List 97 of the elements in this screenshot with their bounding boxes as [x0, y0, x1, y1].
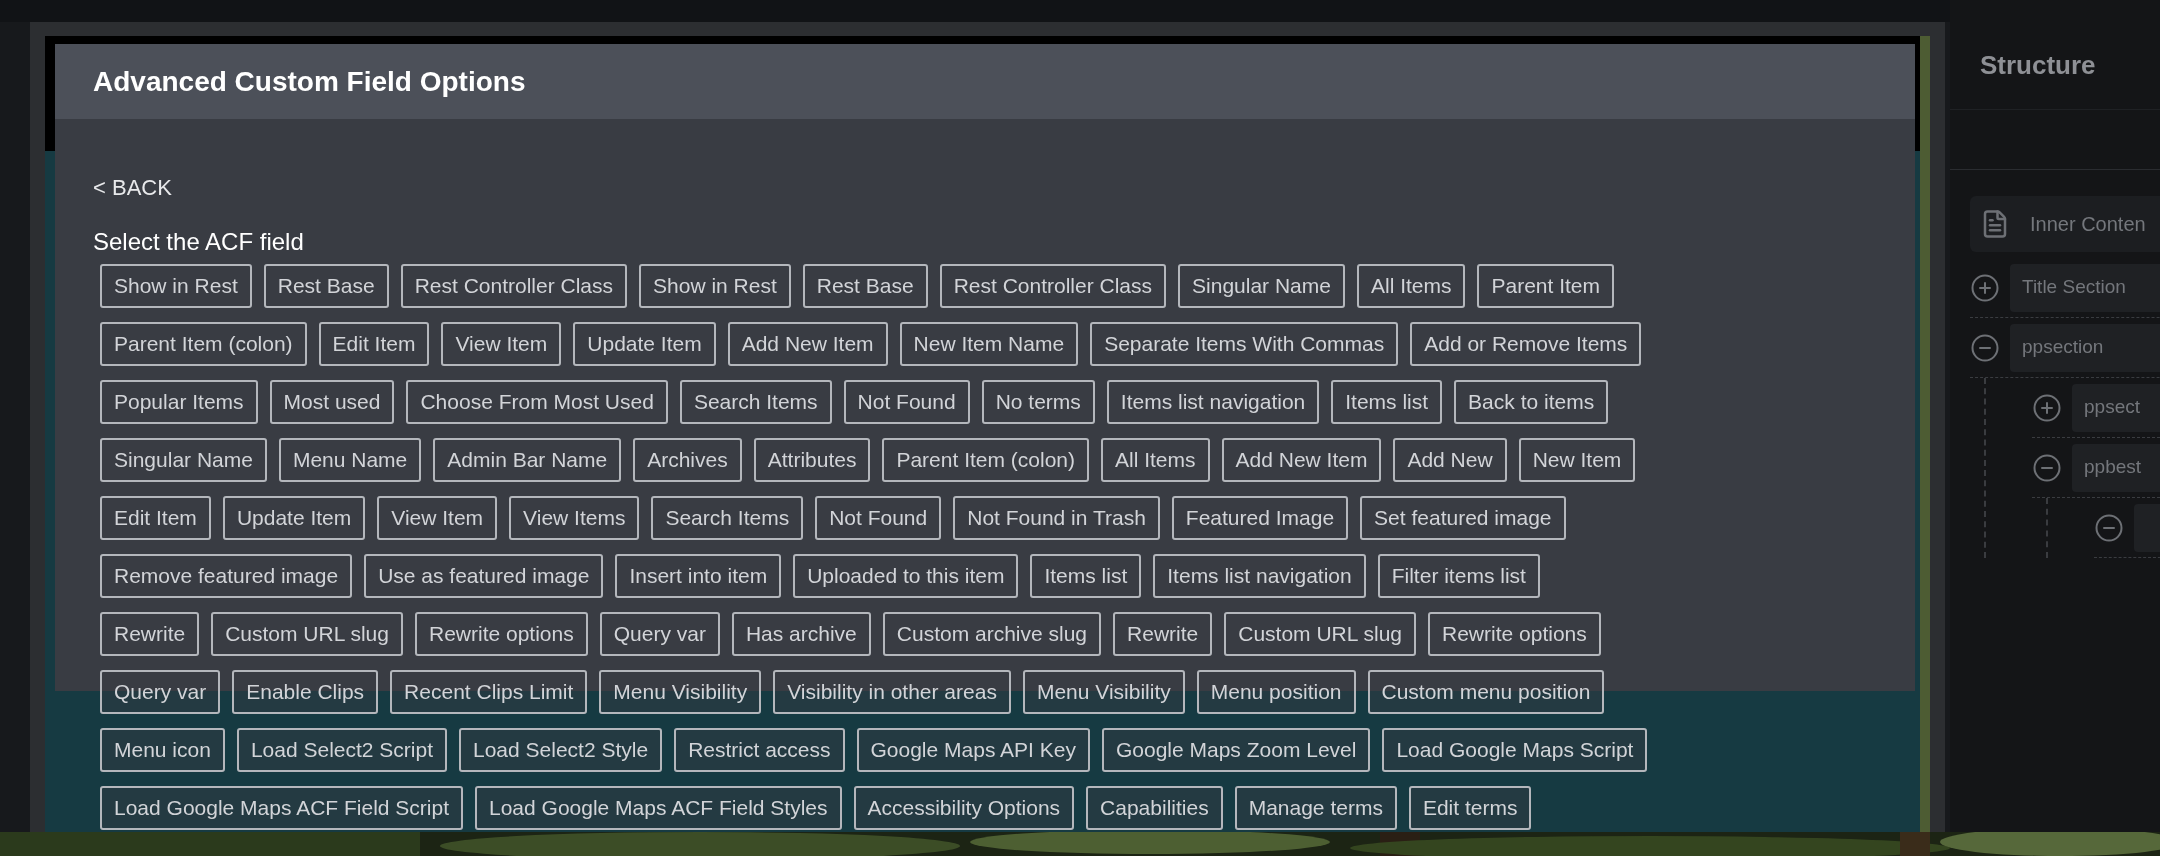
field-option-button[interactable]: Custom URL slug	[1224, 612, 1416, 656]
field-option-button[interactable]: Rewrite options	[414, 612, 588, 656]
field-option-button[interactable]: Singular Name	[1178, 264, 1345, 308]
field-option-button[interactable]: View Item	[441, 322, 562, 366]
field-option-button[interactable]: Add New Item	[727, 322, 888, 366]
field-option-button[interactable]: Choose From Most Used	[406, 380, 668, 424]
field-option-button[interactable]: View Items	[509, 496, 640, 540]
field-option-button[interactable]: Search Items	[651, 496, 804, 540]
field-option-button[interactable]: Rewrite options	[1428, 612, 1601, 656]
field-option-button[interactable]: Recent Clips Limit	[390, 670, 588, 714]
back-link[interactable]: < BACK	[93, 171, 172, 204]
tree-item[interactable]: Inner Conten	[1970, 196, 2160, 252]
field-option-button[interactable]: Restrict access	[674, 728, 845, 772]
tree-item-label: Inner Conten	[2030, 212, 2146, 237]
field-option-button[interactable]: Insert into item	[615, 554, 782, 598]
expand-icon[interactable]	[2032, 392, 2062, 423]
field-option-button[interactable]: Not Found	[843, 380, 970, 424]
field-option-button[interactable]: Edit Item	[318, 322, 430, 366]
field-option-button[interactable]: Load Google Maps Script	[1382, 728, 1648, 772]
field-option-button[interactable]: Singular Name	[100, 438, 267, 482]
field-option-button[interactable]: Load Select2 Script	[236, 728, 447, 772]
field-option-button[interactable]: Load Google Maps ACF Field Script	[100, 786, 463, 830]
collapse-icon[interactable]	[2094, 512, 2124, 543]
field-option-button[interactable]: Set featured image	[1360, 496, 1566, 540]
field-option-button[interactable]: Separate Items With Commas	[1090, 322, 1399, 366]
tree-item[interactable]: ppbest	[2072, 443, 2160, 492]
field-option-button[interactable]: Rewrite	[100, 612, 200, 656]
field-option-button[interactable]: Back to items	[1454, 380, 1609, 424]
field-option-button[interactable]: Add or Remove Items	[1410, 322, 1642, 366]
field-option-button[interactable]: View Item	[377, 496, 498, 540]
field-prompt: Select the ACF field	[93, 227, 305, 257]
field-option-button[interactable]: Rewrite	[1113, 612, 1213, 656]
field-option-button[interactable]: Not Found	[815, 496, 942, 540]
field-option-button[interactable]: Not Found in Trash	[953, 496, 1160, 540]
field-option-button[interactable]: Items list navigation	[1106, 380, 1320, 424]
field-option-button[interactable]: Menu position	[1196, 670, 1356, 714]
field-option-button[interactable]: Enable Clips	[232, 670, 379, 714]
field-option-button[interactable]: Show in Rest	[100, 264, 252, 308]
field-option-button[interactable]: Query var	[100, 670, 221, 714]
field-option-button[interactable]: Add New Item	[1221, 438, 1382, 482]
field-option-button[interactable]: Update Item	[222, 496, 366, 540]
field-option-button[interactable]: Query var	[599, 612, 720, 656]
dialog-title: Advanced Custom Field Options	[93, 64, 526, 99]
field-option-button[interactable]: Visibility in other areas	[773, 670, 1011, 714]
field-option-button[interactable]: All Items	[1356, 264, 1466, 308]
field-option-button[interactable]: New Item	[1518, 438, 1636, 482]
field-option-button[interactable]: Load Google Maps ACF Field Styles	[475, 786, 842, 830]
field-option-button[interactable]: Rest Controller Class	[400, 264, 628, 308]
field-option-button[interactable]: Search Items	[679, 380, 832, 424]
field-option-button[interactable]: Popular Items	[100, 380, 258, 424]
field-option-button[interactable]: Most used	[269, 380, 395, 424]
field-option-button[interactable]: Menu Visibility	[1022, 670, 1185, 714]
panel-title: Structure	[1980, 49, 2096, 82]
field-option-button[interactable]: Edit Item	[100, 496, 211, 540]
field-option-button[interactable]: Use as featured image	[364, 554, 604, 598]
field-option-button[interactable]: Rest Base	[802, 264, 928, 308]
field-option-button[interactable]: Capabilities	[1086, 786, 1223, 830]
field-option-button[interactable]: Google Maps Zoom Level	[1101, 728, 1371, 772]
field-option-button[interactable]: All Items	[1101, 438, 1210, 482]
field-option-button[interactable]: Items list	[1331, 380, 1443, 424]
field-option-button[interactable]: Attributes	[753, 438, 871, 482]
field-option-button[interactable]: Add New	[1393, 438, 1507, 482]
field-option-button[interactable]: Custom menu position	[1367, 670, 1605, 714]
field-option-button[interactable]: Edit terms	[1408, 786, 1532, 830]
field-option-button[interactable]: Google Maps API Key	[856, 728, 1090, 772]
field-option-button[interactable]: Accessibility Options	[853, 786, 1075, 830]
tree-item[interactable]: ppsection	[2010, 323, 2160, 372]
field-option-button[interactable]: Update Item	[573, 322, 716, 366]
field-option-button[interactable]: Has archive	[731, 612, 871, 656]
field-option-button[interactable]: Show in Rest	[639, 264, 791, 308]
field-option-button[interactable]: Admin Bar Name	[433, 438, 622, 482]
field-option-button[interactable]: Menu Visibility	[599, 670, 762, 714]
tree-item[interactable]: ppsect	[2072, 383, 2160, 432]
field-option-button[interactable]: Custom archive slug	[882, 612, 1102, 656]
field-option-button[interactable]: Menu Name	[278, 438, 422, 482]
field-option-button[interactable]: Items list navigation	[1153, 554, 1366, 598]
field-option-button[interactable]: Uploaded to this item	[793, 554, 1019, 598]
field-option-button[interactable]: No terms	[981, 380, 1095, 424]
tree-item[interactable]: Title Section	[2010, 263, 2160, 312]
field-option-button[interactable]: Filter items list	[1377, 554, 1540, 598]
field-option-button[interactable]: Load Select2 Style	[459, 728, 663, 772]
field-option-button[interactable]: Manage terms	[1234, 786, 1397, 830]
field-option-button[interactable]: Rest Controller Class	[939, 264, 1167, 308]
expand-icon[interactable]	[1970, 272, 2000, 303]
field-option-button[interactable]: Featured Image	[1171, 496, 1349, 540]
field-option-button[interactable]: Remove featured image	[100, 554, 353, 598]
field-option-button[interactable]: Custom URL slug	[211, 612, 403, 656]
field-option-button[interactable]: Parent Item	[1477, 264, 1615, 308]
field-option-button[interactable]: Parent Item (colon)	[100, 322, 307, 366]
field-option-button[interactable]: Menu icon	[100, 728, 225, 772]
field-option-button[interactable]: Parent Item (colon)	[882, 438, 1089, 482]
field-option-button[interactable]: Archives	[633, 438, 742, 482]
collapse-icon[interactable]	[2032, 452, 2062, 483]
collapse-icon[interactable]	[1970, 332, 2000, 363]
field-option-button[interactable]: Items list	[1030, 554, 1142, 598]
field-option-button[interactable]: Rest Base	[263, 264, 389, 308]
field-option-button[interactable]: New Item Name	[899, 322, 1079, 366]
